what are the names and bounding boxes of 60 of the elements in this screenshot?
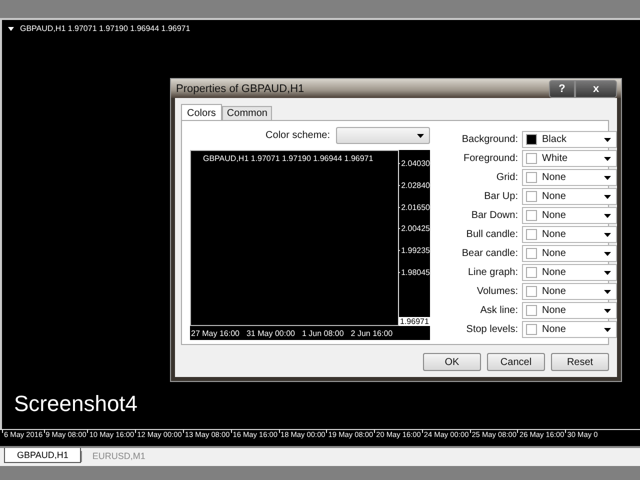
help-button[interactable]: ? (549, 80, 575, 98)
color-dropdown[interactable]: None (522, 226, 617, 243)
dropdown-caret-icon (604, 328, 611, 332)
close-button[interactable]: x (575, 80, 617, 98)
dropdown-caret-icon (604, 290, 611, 294)
color-label: Ask line: (479, 305, 518, 316)
color-dropdown[interactable]: None (522, 302, 617, 319)
color-dropdown[interactable]: None (522, 321, 617, 338)
color-dropdown[interactable]: None (522, 264, 617, 281)
price-label: 2.01650 (401, 202, 430, 212)
chart-tab[interactable]: GBPAUD,H1 (4, 448, 82, 463)
color-dropdown[interactable]: None (522, 245, 617, 262)
color-dropdown[interactable]: None (522, 188, 617, 205)
dropdown-caret-icon (604, 232, 611, 236)
color-label: Background: (460, 134, 518, 145)
color-label: Line graph: (466, 267, 518, 278)
chart-header: GBPAUD,H1 1.97071 1.97190 1.96944 1.96971 (20, 24, 190, 33)
price-label: 1.98045 (401, 268, 430, 277)
color-dropdown[interactable]: None (522, 283, 617, 300)
dropdown-caret-icon (604, 138, 611, 142)
color-label: Volumes: (476, 286, 518, 297)
dialog-button[interactable]: OK (423, 353, 481, 371)
color-label: Bar Down: (470, 210, 518, 221)
window-title: Properties of GBPAUD,H1 (176, 82, 304, 94)
time-label: 27 May 16:00 (191, 328, 240, 338)
dialog-tab[interactable]: Common (222, 106, 272, 120)
time-label: 31 May 00:00 (246, 328, 295, 338)
current-price-label: 1.96971 (399, 317, 430, 326)
color-label: Bear candle: (460, 248, 518, 259)
preview-header: GBPAUD,H1 1.97071 1.97190 1.96944 1.96971 (203, 154, 374, 163)
dropdown-triangle-icon[interactable] (8, 26, 14, 30)
dropdown-caret-icon (604, 252, 611, 256)
color-label: Stop levels: (465, 324, 518, 335)
dropdown-caret-icon (604, 308, 611, 312)
price-label: 1.99235 (401, 246, 430, 256)
price-label: 2.00425 (401, 224, 430, 234)
time-label: 2 Jun 16:00 (350, 328, 393, 338)
price-label: 2.04030 (401, 159, 430, 168)
price-label: 2.02840 (401, 180, 430, 190)
color-label: Bar Up: (483, 191, 518, 202)
color-label: Bull candle: (465, 229, 518, 240)
dropdown-caret-icon (604, 176, 611, 180)
dialog-button[interactable]: Reset (551, 353, 609, 371)
dropdown-caret-icon (604, 194, 611, 198)
color-scheme-dropdown[interactable] (336, 127, 430, 144)
time-label: 1 Jun 08:00 (302, 328, 344, 338)
dropdown-caret-icon (604, 214, 611, 218)
color-label: Grid: (495, 172, 518, 183)
color-dropdown[interactable]: White (522, 150, 617, 167)
color-dropdown[interactable]: None (522, 169, 617, 186)
dropdown-caret-icon (604, 270, 611, 274)
dialog-tab[interactable]: Colors (181, 104, 222, 121)
color-dropdown[interactable]: Black (522, 131, 617, 148)
dialog-button[interactable]: Cancel (487, 353, 545, 371)
caption-text: Screenshot4 (13, 391, 139, 417)
color-dropdown[interactable]: None (522, 207, 617, 224)
dropdown-caret-icon (417, 134, 424, 138)
color-label: Foreground: (462, 153, 518, 164)
color-scheme-label: Color scheme: (266, 130, 330, 141)
dropdown-caret-icon (604, 156, 611, 160)
